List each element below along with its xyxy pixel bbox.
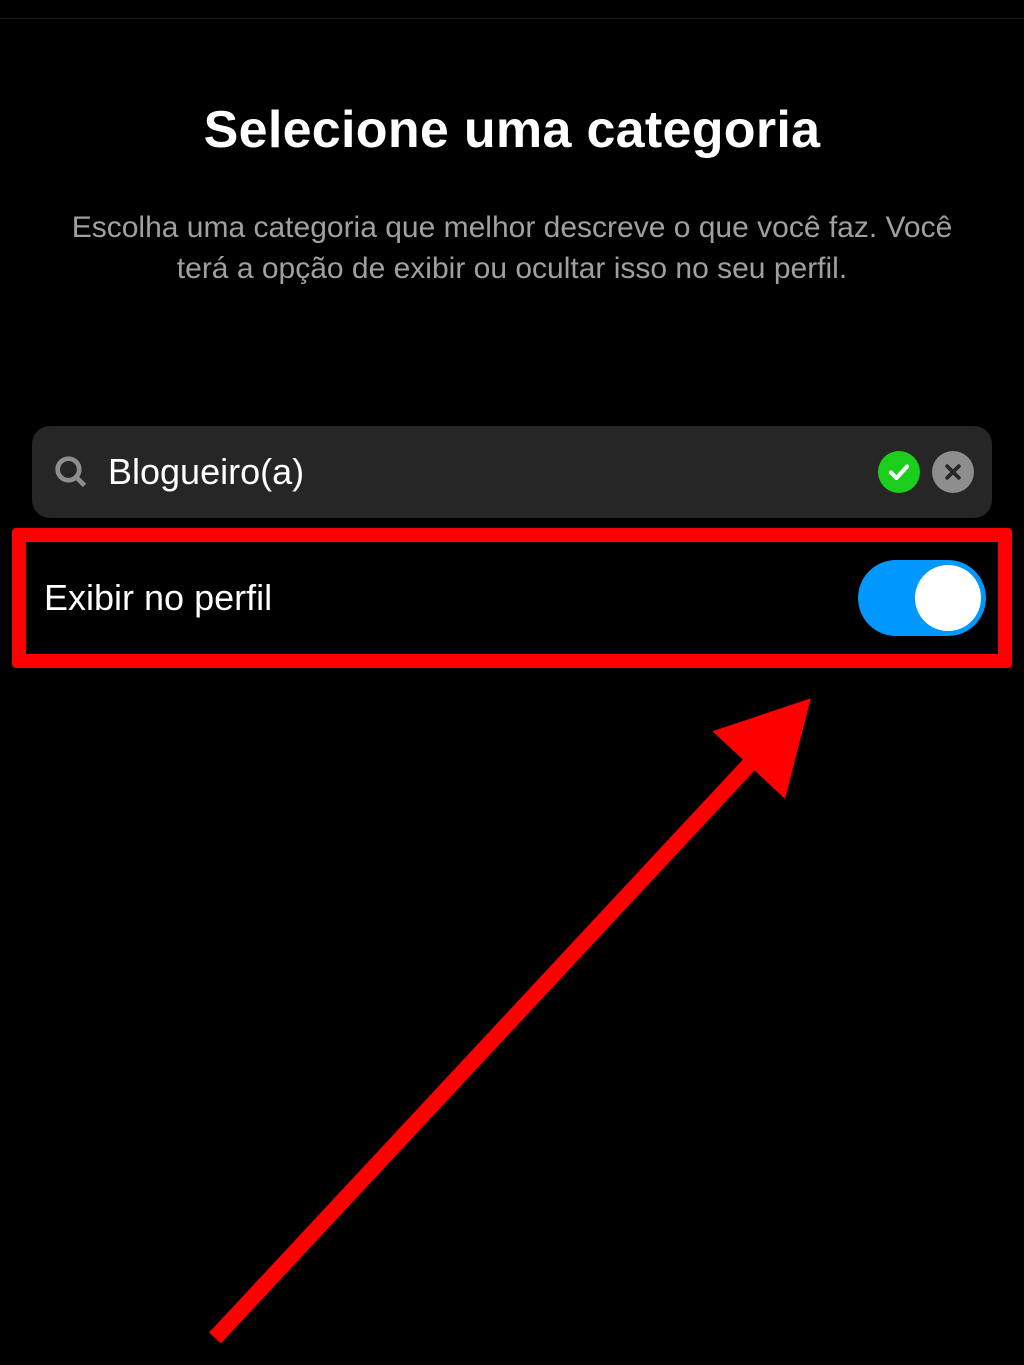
page-title: Selecione uma categoria — [40, 100, 984, 160]
category-input[interactable] — [108, 451, 878, 493]
top-divider — [0, 18, 1024, 19]
close-icon — [943, 462, 963, 482]
confirm-button[interactable] — [878, 451, 920, 493]
search-icon — [54, 455, 88, 489]
category-search-field[interactable] — [32, 426, 992, 518]
header-block: Selecione uma categoria Escolha uma cate… — [0, 100, 1024, 289]
page-subtitle: Escolha uma categoria que melhor descrev… — [40, 208, 984, 289]
annotation-highlight-box — [12, 528, 1012, 668]
clear-button[interactable] — [932, 451, 974, 493]
check-icon — [887, 460, 911, 484]
